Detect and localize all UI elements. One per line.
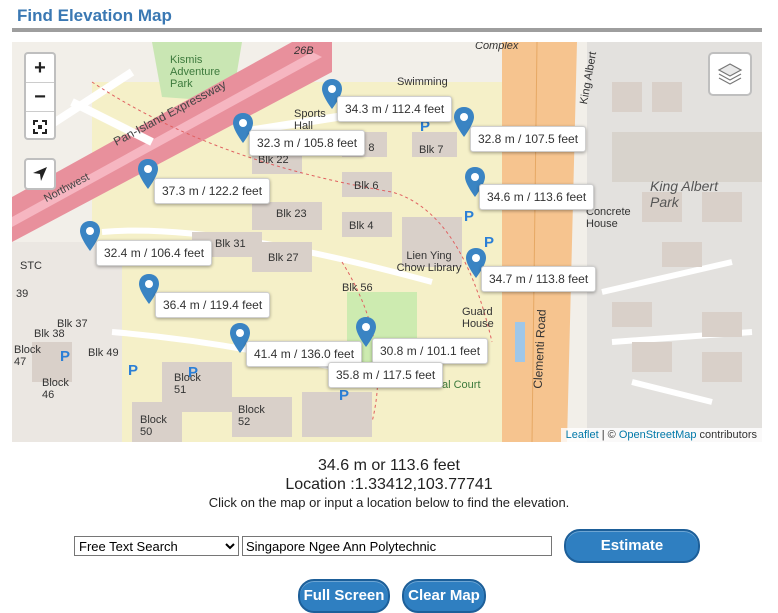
attribution-separator: | ©: [598, 429, 619, 441]
layers-icon: [717, 63, 743, 85]
locate-me-button[interactable]: [24, 158, 56, 190]
map-label-26b: 26B: [294, 45, 314, 57]
map-label-king-albert-park: King Albert Park: [650, 178, 718, 210]
map-label-blk49: Blk 49: [88, 347, 119, 359]
map-label-library: Lien Ying Chow Library: [396, 250, 462, 274]
map-label-blk6: Blk 6: [354, 180, 379, 192]
map-label-blk56: Blk 56: [342, 282, 373, 294]
parking-icon: P: [339, 387, 350, 404]
expand-icon: [33, 119, 47, 134]
map-label-guard: Guard House: [462, 306, 494, 330]
location-input[interactable]: [242, 536, 552, 556]
map-label-blk38: Blk 38: [34, 328, 65, 340]
map-label-blk7: Blk 7: [419, 144, 444, 156]
map-label-blk4: Blk 4: [349, 220, 374, 232]
map-label-blk46: Block 46: [42, 377, 69, 401]
estimate-elevation-button[interactable]: Estimate Elevation: [564, 529, 700, 584]
full-screen-button[interactable]: Full Screen: [298, 579, 390, 613]
map-label-blk27: Blk 27: [268, 252, 299, 264]
instruction-text: Click on the map or input a location bel…: [208, 495, 570, 510]
map-label-39: 39: [16, 288, 29, 300]
clear-map-button[interactable]: Clear Map: [402, 579, 486, 613]
leaflet-link[interactable]: Leaflet: [566, 429, 599, 441]
elevation-label: 36.4 m / 119.4 feet: [155, 292, 271, 318]
parking-icon: P: [464, 208, 475, 225]
elevation-label: 37.3 m / 122.2 feet: [154, 178, 271, 204]
elevation-label: 34.3 m / 112.4 feet: [337, 96, 453, 122]
map-label-blk47: Block 47: [14, 344, 41, 368]
layers-button[interactable]: [708, 52, 752, 96]
title-divider: [12, 28, 762, 32]
elevation-label: 32.8 m / 107.5 feet: [470, 126, 587, 152]
map-label-sports: Sports Hall: [294, 108, 326, 132]
map-label-blk50: Block 50: [140, 414, 167, 438]
map-label-swimming: Swimming: [397, 76, 448, 88]
map-label-stc: STC: [20, 260, 42, 272]
location-result: Location :1.33412,103.77741: [285, 476, 493, 493]
map-attribution: Leaflet | © OpenStreetMap contributors: [560, 428, 762, 442]
elevation-label: 32.3 m / 105.8 feet: [249, 130, 366, 156]
map-label-blk31: Blk 31: [215, 238, 246, 250]
map-label-blk23: Blk 23: [276, 208, 307, 220]
map-label-complex: Complex: [475, 42, 519, 52]
navigation-arrow-icon: [33, 166, 47, 181]
map-label-court: al Court: [442, 379, 481, 391]
fullscreen-map-button[interactable]: [26, 112, 54, 140]
zoom-out-button[interactable]: −: [26, 83, 54, 112]
parking-icon: P: [128, 362, 139, 379]
search-mode-select[interactable]: Free Text Search: [74, 536, 239, 556]
zoom-control: + −: [24, 52, 56, 140]
page-title: Find Elevation Map: [17, 6, 172, 25]
parking-icon: P: [188, 364, 199, 381]
elevation-label: 34.6 m / 113.6 feet: [479, 184, 595, 210]
elevation-label: 34.7 m / 113.8 feet: [481, 266, 597, 292]
elevation-result: 34.6 m or 113.6 feet: [317, 457, 460, 474]
parking-icon: P: [60, 348, 71, 365]
openstreetmap-link[interactable]: OpenStreetMap: [619, 429, 697, 441]
elevation-map[interactable]: Kismis Adventure Park Swimming Complex 2…: [12, 42, 762, 442]
zoom-in-button[interactable]: +: [26, 54, 54, 83]
elevation-label: 30.8 m / 101.1 feet: [372, 338, 489, 364]
map-label-concrete-house: Concrete House: [586, 206, 631, 230]
map-label-blk52: Block 52: [238, 404, 265, 428]
elevation-label: 32.4 m / 106.4 feet: [96, 240, 213, 266]
elevation-label: 35.8 m / 117.5 feet: [328, 362, 444, 388]
attribution-suffix: contributors: [696, 429, 757, 441]
